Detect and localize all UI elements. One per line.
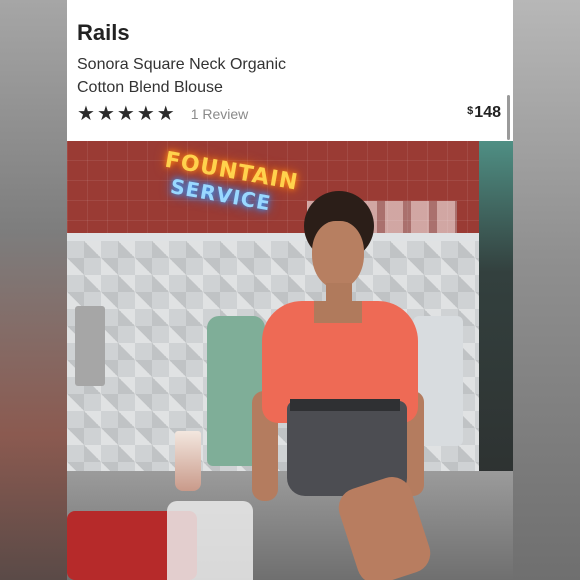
price: $148 xyxy=(467,104,501,122)
glass-candy-jar xyxy=(167,501,253,580)
product-card[interactable]: Rails Sonora Square Neck Organic Cotton … xyxy=(67,0,513,580)
milkshake-glass xyxy=(175,431,201,491)
model xyxy=(252,191,436,580)
star-icon: ★ xyxy=(77,103,95,125)
star-icon: ★ xyxy=(156,103,175,125)
brand-name[interactable]: Rails xyxy=(77,20,130,46)
review-count-link[interactable]: 1 Review xyxy=(191,106,249,122)
star-icon: ★ xyxy=(136,103,155,125)
star-icon: ★ xyxy=(96,103,115,125)
model-face xyxy=(312,221,364,289)
product-photo[interactable]: FOUNTAIN SERVICE xyxy=(67,141,513,580)
star-icon: ★ xyxy=(116,103,135,125)
product-header: Rails Sonora Square Neck Organic Cotton … xyxy=(67,0,513,141)
product-title: Sonora Square Neck Organic Cotton Blend … xyxy=(77,56,286,96)
belt xyxy=(290,399,400,411)
price-amount: 148 xyxy=(474,104,501,121)
scrollbar[interactable] xyxy=(507,95,510,140)
background-blur-right xyxy=(513,0,580,580)
blouse-square-neckline xyxy=(314,301,362,323)
metal-tin xyxy=(75,306,105,386)
price-currency: $ xyxy=(467,105,474,117)
rating-row[interactable]: ★ ★ ★ ★ ★ 1 Review xyxy=(77,104,248,124)
background-blur-left xyxy=(0,0,67,580)
